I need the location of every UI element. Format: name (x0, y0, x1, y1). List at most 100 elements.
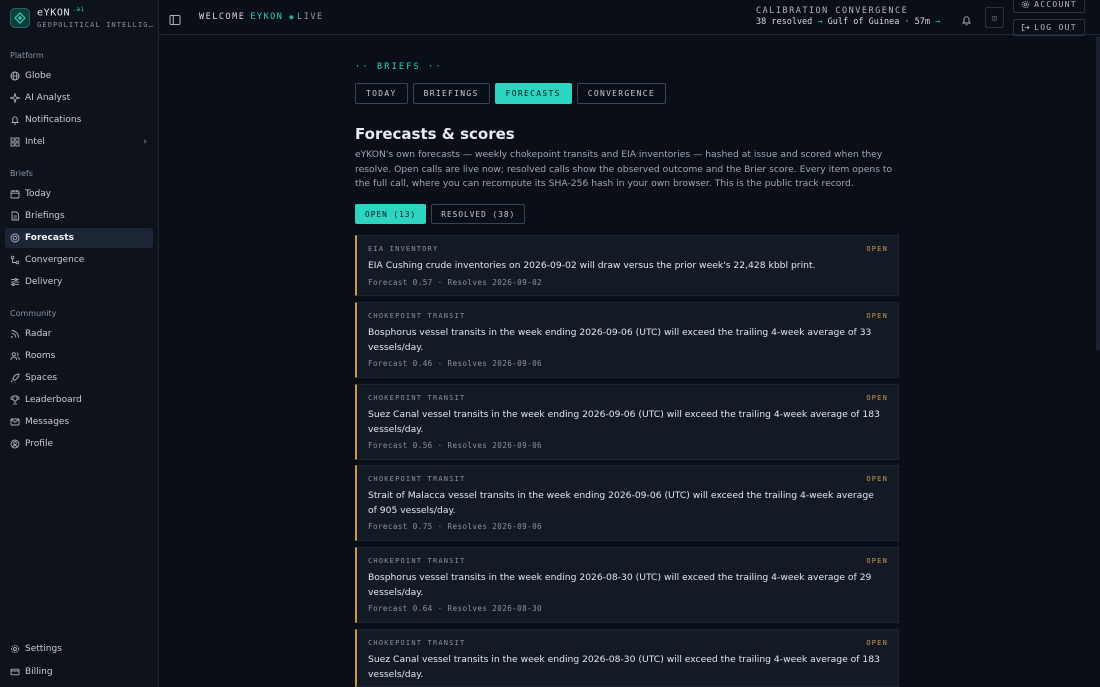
convergence-icon (10, 255, 20, 265)
sidebar-item-globe[interactable]: Globe (5, 66, 153, 86)
forecast-claim: Bosphorus vessel transits in the week en… (368, 327, 872, 353)
grid-icon (10, 137, 20, 147)
user-circle-icon (10, 439, 20, 449)
forecast-status: OPEN (866, 312, 888, 320)
sidebar-item-delivery[interactable]: Delivery (5, 272, 153, 292)
forecast-card[interactable]: CHOKEPOINT TRANSIT OPEN Bosphorus vessel… (355, 547, 899, 623)
brand[interactable]: eYKON .ai GEOPOLITICAL INTELLIG… (0, 0, 158, 36)
sidebar-item-label: Settings (25, 644, 62, 654)
sidebar-item-label: Notifications (25, 115, 82, 125)
live-dot-icon: ◉ (289, 13, 296, 21)
forecast-status: OPEN (866, 639, 888, 647)
section-label: ·· BRIEFS ·· (355, 62, 443, 72)
sidebar-item-label: Delivery (25, 277, 63, 287)
sidebar: eYKON .ai GEOPOLITICAL INTELLIG… Platform… (0, 0, 159, 687)
forecast-meta: Forecast 0.46 · Resolves 2026-09-06 (368, 359, 543, 368)
brand-name: eYKON (37, 7, 71, 19)
forecast-status: OPEN (866, 245, 888, 253)
page-scrollbar[interactable] (1096, 36, 1100, 351)
forecast-meta: Forecast 0.57 · Resolves 2026-09-02 (368, 278, 543, 287)
sidebar-item-spaces[interactable]: Spaces (5, 368, 153, 388)
sidebar-item-label: Globe (25, 71, 52, 81)
tab-briefings[interactable]: BRIEFINGS (412, 83, 490, 104)
tab-convergence[interactable]: CONVERGENCE (576, 83, 666, 104)
forecast-card[interactable]: EIA INVENTORY OPEN EIA Cushing crude inv… (355, 235, 899, 296)
calibration-resolved: 38 resolved (756, 17, 813, 27)
sidebar-item-label: Today (25, 189, 52, 199)
sidebar-item-messages[interactable]: Messages (5, 412, 153, 432)
sidebar-item-notifications[interactable]: Notifications (5, 110, 153, 130)
arrow-right-icon: → (935, 17, 941, 27)
sidebar-item-ai-analyst[interactable]: AI Analyst (5, 88, 153, 108)
nav-section-briefs: Briefs (10, 168, 33, 178)
sidebar-item-intel[interactable]: Intel › (5, 132, 153, 152)
sidebar-item-profile[interactable]: Profile (5, 434, 153, 454)
card-icon (10, 667, 20, 677)
forecast-status: OPEN (866, 475, 888, 483)
sidebar-item-label: Convergence (25, 255, 85, 265)
sidebar-item-label: Messages (25, 417, 70, 427)
forecast-meta: Forecast 0.56 · Resolves 2026-09-06 (368, 441, 543, 450)
forecast-kind: CHOKEPOINT TRANSIT (368, 475, 466, 483)
arrow-right-icon: → (817, 17, 823, 27)
target-icon (10, 233, 20, 243)
sidebar-item-label: Profile (25, 439, 53, 449)
radar-icon (10, 329, 20, 339)
sidebar-item-radar[interactable]: Radar (5, 324, 153, 344)
chevron-right-icon: › (143, 137, 147, 147)
welcome-user: EYKON (250, 12, 284, 22)
briefs-tabs: TODAY BRIEFINGS FORECASTS CONVERGENCE (355, 83, 671, 104)
notification-bell-icon[interactable] (961, 11, 972, 26)
forecast-claim: EIA Cushing crude inventories on 2026-09… (368, 260, 816, 271)
sidebar-item-rooms[interactable]: Rooms (5, 346, 153, 366)
page-intro: eYKON's own forecasts — weekly chokepoin… (355, 149, 893, 189)
forecast-card[interactable]: CHOKEPOINT TRANSIT OPEN Suez Canal vesse… (355, 629, 899, 687)
sidebar-item-label: Radar (25, 329, 52, 339)
forecast-claim: Strait of Malacca vessel transits in the… (368, 490, 874, 516)
brand-suffix: .ai (72, 6, 85, 14)
forecast-card[interactable]: CHOKEPOINT TRANSIT OPEN Strait of Malacc… (355, 465, 899, 541)
forecast-kind: CHOKEPOINT TRANSIT (368, 312, 466, 320)
sparkle-icon (10, 93, 20, 103)
forecast-kind: CHOKEPOINT TRANSIT (368, 557, 466, 565)
gear-icon (1021, 0, 1030, 9)
sidebar-item-convergence[interactable]: Convergence (5, 250, 153, 270)
nav-section-community: Community (10, 308, 57, 318)
panel-button[interactable]: ◫ (985, 7, 1004, 28)
sidebar-item-forecasts[interactable]: Forecasts (5, 228, 153, 248)
page-title: Forecasts & scores (355, 125, 515, 143)
top-bar: WELCOME EYKON ◉ LIVE CALIBRATION CONVERGENC… (159, 0, 1100, 36)
forecast-claim: Suez Canal vessel transits in the week e… (368, 409, 880, 435)
forecast-kind: CHOKEPOINT TRANSIT (368, 639, 466, 647)
forecast-claim: Bosphorus vessel transits in the week en… (368, 572, 872, 598)
forecast-kind: EIA INVENTORY (368, 245, 439, 253)
filter-resolved[interactable]: RESOLVED (38) (431, 204, 526, 224)
welcome-banner: WELCOME EYKON ◉ LIVE (199, 12, 324, 22)
forecast-claim: Suez Canal vessel transits in the week e… (368, 654, 880, 680)
tab-today[interactable]: TODAY (355, 83, 408, 104)
sidebar-toggle-icon[interactable] (169, 11, 181, 25)
trophy-icon (10, 395, 20, 405)
sidebar-item-settings[interactable]: Settings (5, 639, 153, 659)
live-label: LIVE (297, 12, 324, 22)
filter-open[interactable]: OPEN (13) (355, 204, 427, 224)
forecast-card[interactable]: CHOKEPOINT TRANSIT OPEN Bosphorus vessel… (355, 302, 899, 378)
forecast-status: OPEN (866, 394, 888, 402)
sidebar-item-briefings[interactable]: Briefings (5, 206, 153, 226)
welcome-label: WELCOME (199, 12, 246, 22)
account-button[interactable]: ACCOUNT (1013, 0, 1085, 13)
users-icon (10, 351, 20, 361)
forecast-filters: OPEN (13) RESOLVED (38) (355, 204, 530, 224)
sidebar-item-today[interactable]: Today (5, 184, 153, 204)
account-label: ACCOUNT (1034, 0, 1077, 9)
eye-logo-icon (10, 8, 30, 28)
sidebar-item-label: Forecasts (25, 233, 74, 243)
forecast-card[interactable]: CHOKEPOINT TRANSIT OPEN Suez Canal vesse… (355, 384, 899, 460)
sidebar-item-leaderboard[interactable]: Leaderboard (5, 390, 153, 410)
logout-button[interactable]: LOG OUT (1013, 19, 1085, 36)
sidebar-item-billing[interactable]: Billing (5, 662, 153, 682)
logout-label: LOG OUT (1034, 23, 1077, 32)
sidebar-item-label: Rooms (25, 351, 56, 361)
calibration-ticker[interactable]: CALIBRATION CONVERGENCE 38 resolved → Gu… (756, 6, 940, 28)
tab-forecasts[interactable]: FORECASTS (494, 83, 572, 104)
